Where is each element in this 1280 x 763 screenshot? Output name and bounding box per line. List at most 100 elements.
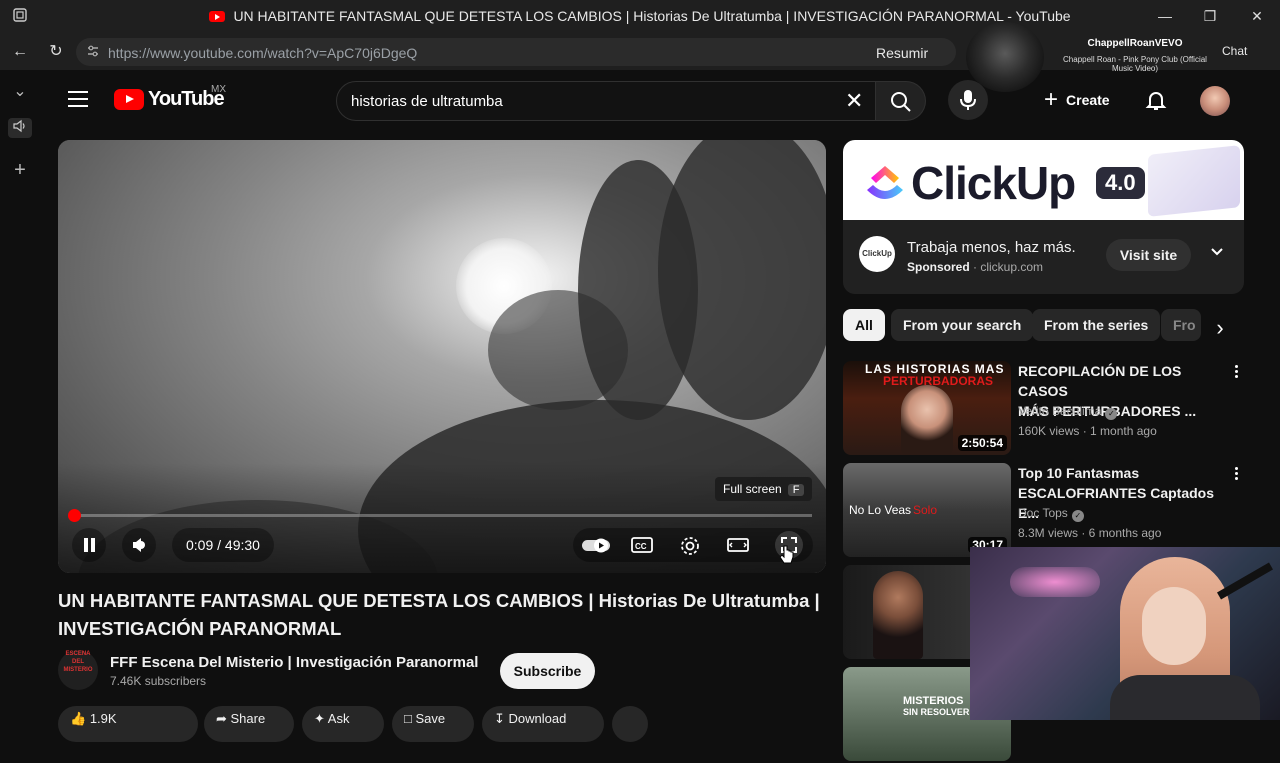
sponsored-ad-card[interactable]: ClickUp 4.0 ClickUp Trabaja menos, haz m… xyxy=(843,140,1244,294)
summarize-button[interactable]: Resumir xyxy=(876,45,928,61)
search-icon xyxy=(891,92,911,112)
pause-button[interactable] xyxy=(72,528,106,562)
ad-sponsored-line: Sponsored · clickup.com xyxy=(907,260,1043,274)
chips-next-chevron-icon[interactable]: › xyxy=(1206,314,1234,342)
menu-icon[interactable] xyxy=(68,91,88,109)
settings-gear-icon[interactable] xyxy=(679,535,701,555)
chip-from-more[interactable]: Fro xyxy=(1161,309,1201,341)
site-info-icon[interactable] xyxy=(86,44,100,63)
rec-channel[interactable]: Doc Tops ✓ xyxy=(1018,506,1084,522)
thumb-caption: PERTURBADORAS xyxy=(883,374,994,388)
thumb-caption: MISTERIOS xyxy=(903,695,964,707)
ask-button[interactable]: ✦ Ask xyxy=(302,706,384,742)
rec-channel-name: Doc Tops xyxy=(1018,506,1068,520)
recommendation-item[interactable]: LAS HISTORIAS MAS PERTURBADORAS 2:50:54 … xyxy=(843,361,1243,457)
reload-icon[interactable]: ↻ xyxy=(45,42,67,62)
fullscreen-tooltip: Full screen F xyxy=(715,477,813,501)
save-label: Save xyxy=(415,711,446,726)
account-avatar[interactable] xyxy=(1200,86,1230,116)
like-button[interactable]: 👍 1.9K xyxy=(58,706,198,742)
voice-search-button[interactable] xyxy=(948,80,988,120)
sponsored-label: Sponsored xyxy=(907,260,970,274)
subscribe-button[interactable]: Subscribe xyxy=(500,653,595,689)
search-button[interactable] xyxy=(876,81,926,121)
time-display: 0:09 / 49:30 xyxy=(172,528,274,562)
url-bar[interactable]: https://www.youtube.com/watch?v=ApC70j6D… xyxy=(76,38,956,66)
create-button[interactable]: + Create xyxy=(1036,80,1122,120)
video-thumbnail[interactable]: No Lo Veas Solo 30:17 xyxy=(843,463,1011,557)
now-playing-artwork[interactable] xyxy=(966,22,1044,92)
volume-button[interactable] xyxy=(122,528,156,562)
more-actions-button[interactable] xyxy=(612,706,648,742)
download-button[interactable]: ↧ Download xyxy=(482,706,604,742)
create-label: Create xyxy=(1066,92,1110,108)
recommendation-item[interactable]: No Lo Veas Solo 30:17 Top 10 Fantasmas ES… xyxy=(843,463,1243,559)
time-text: 0:09 / 49:30 xyxy=(186,537,260,553)
now-playing-song: Chappell Roan - Pink Pony Club (Official… xyxy=(1063,55,1207,73)
speaker-tab-icon[interactable] xyxy=(8,118,32,138)
more-options-icon[interactable] xyxy=(1231,465,1241,485)
captions-icon[interactable]: CC xyxy=(631,535,653,555)
new-tab-plus-icon[interactable]: + xyxy=(10,160,30,180)
now-playing-artist: ChappellRoanVEVO xyxy=(1087,38,1183,49)
chevron-down-icon[interactable]: ⌄ xyxy=(10,82,30,102)
chat-label: Chat xyxy=(1222,44,1248,58)
ad-advertiser-logo[interactable]: ClickUp xyxy=(859,236,895,272)
tooltip-key: F xyxy=(787,484,805,496)
browser-side-rail: ⌄ + xyxy=(0,70,40,720)
thumb-person xyxy=(901,385,953,455)
notifications-bell-icon[interactable] xyxy=(1144,88,1168,112)
video-player[interactable]: Full screen F 0:09 / 49:30 CC xyxy=(58,140,826,573)
share-button[interactable]: ➦ Share xyxy=(204,706,294,742)
close-window-button[interactable]: ✕ xyxy=(1245,6,1269,26)
minimize-button[interactable]: — xyxy=(1153,6,1177,26)
save-button[interactable]: □ Save xyxy=(392,706,474,742)
subscribe-label: Subscribe xyxy=(513,663,582,679)
channel-name[interactable]: FFF Escena Del Misterio | Investigación … xyxy=(110,654,478,671)
video-duration: 2:50:54 xyxy=(957,435,1007,451)
more-options-icon[interactable] xyxy=(1231,363,1241,383)
tooltip-label: Full screen xyxy=(723,482,782,496)
restore-button[interactable]: ❐ xyxy=(1198,6,1222,26)
youtube-favicon-icon xyxy=(209,11,226,22)
summarize-label: Resumir xyxy=(876,45,929,61)
subscriber-count: 7.46K subscribers xyxy=(110,674,207,688)
autoplay-toggle[interactable] xyxy=(581,535,611,555)
rec-channel[interactable]: Verito Baculima ✓ xyxy=(1018,404,1118,420)
rec-title-line: Top 10 Fantasmas xyxy=(1018,465,1140,481)
webcam-face xyxy=(1142,587,1206,665)
webcam-neon-light xyxy=(1010,567,1100,597)
channel-avatar-text: ESCENA DEL MISTERIO xyxy=(63,651,93,673)
visit-site-label: Visit site xyxy=(1119,247,1178,263)
ad-banner[interactable]: ClickUp 4.0 xyxy=(843,140,1244,220)
chip-from-the-series[interactable]: From the series xyxy=(1032,309,1161,341)
search-query: historias de ultratumba xyxy=(351,93,503,110)
country-code: MX xyxy=(211,84,226,95)
search-input[interactable]: historias de ultratumba ✕ xyxy=(336,81,876,121)
webcam-overlay xyxy=(970,547,1280,720)
rec-title-line: RECOPILACIÓN DE LOS CASOS xyxy=(1018,363,1182,399)
volume-icon xyxy=(133,538,145,552)
youtube-logo[interactable]: YouTube xyxy=(114,88,225,111)
expand-ad-chevron-icon[interactable] xyxy=(1209,244,1225,265)
ad-headline[interactable]: Trabaja menos, haz más. xyxy=(907,239,1076,256)
chip-all[interactable]: All xyxy=(843,309,885,341)
webcam-shirt xyxy=(1110,675,1260,720)
ask-label: Ask xyxy=(327,711,350,726)
back-arrow-icon[interactable]: ← xyxy=(9,42,31,62)
progress-bar[interactable] xyxy=(68,509,812,522)
rec-meta: 160K views · 1 month ago xyxy=(1018,424,1157,438)
youtube-play-icon xyxy=(114,89,144,110)
browser-title-bar: UN HABITANTE FANTASMAL QUE DETESTA LOS C… xyxy=(0,0,1280,34)
clear-search-icon[interactable]: ✕ xyxy=(845,88,863,114)
chip-from-your-search[interactable]: From your search xyxy=(891,309,1034,341)
chat-button[interactable]: Chat xyxy=(1222,44,1247,58)
channel-avatar[interactable]: ESCENA DEL MISTERIO xyxy=(58,650,98,690)
theater-mode-icon[interactable] xyxy=(727,535,749,555)
download-label: Download xyxy=(508,711,567,726)
ad-logo-text: ClickUp xyxy=(862,249,892,258)
ad-brand: ClickUp xyxy=(911,157,1076,209)
microphone-icon xyxy=(960,90,976,110)
visit-site-button[interactable]: Visit site xyxy=(1106,239,1191,271)
video-thumbnail[interactable]: LAS HISTORIAS MAS PERTURBADORAS 2:50:54 xyxy=(843,361,1011,455)
